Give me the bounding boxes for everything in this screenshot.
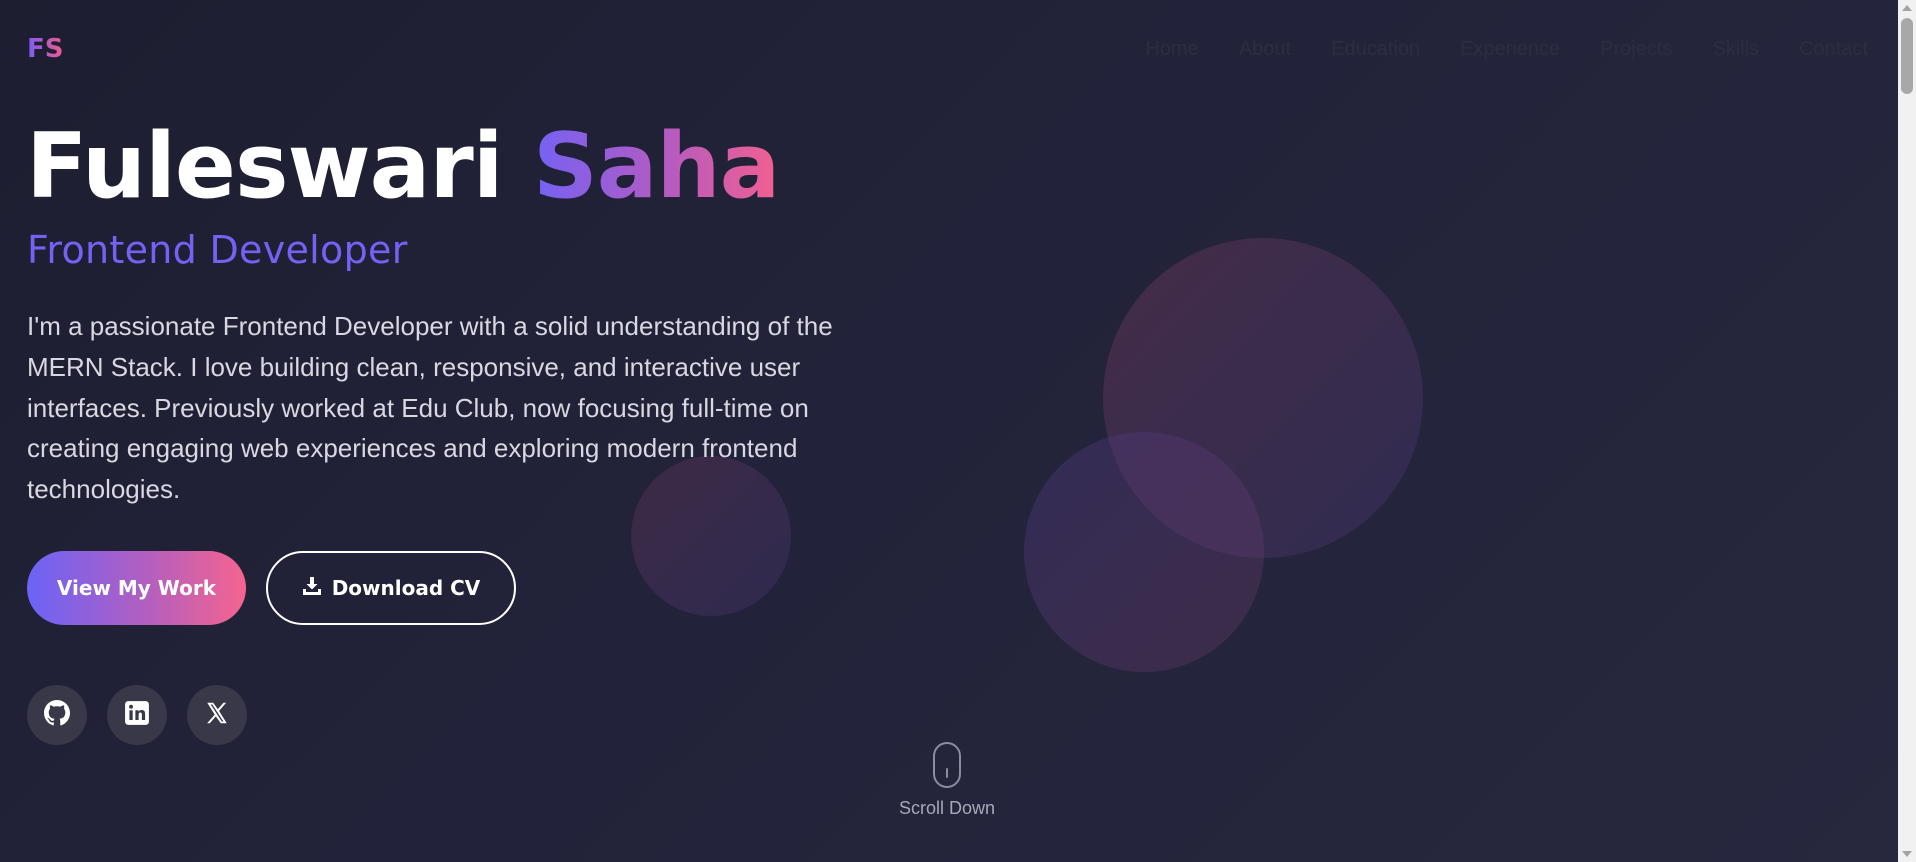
x-twitter-link[interactable]	[187, 685, 247, 745]
hero-name: Fuleswari Saha	[26, 112, 780, 222]
nav-item-home[interactable]: Home	[1145, 38, 1198, 61]
hero-last-name: Saha	[532, 114, 780, 219]
github-link[interactable]	[27, 685, 87, 745]
hero-bio: I'm a passionate Frontend Developer with…	[27, 311, 833, 505]
page: FS Home About Education Experience Proje…	[0, 0, 1898, 862]
scrollbar-thumb[interactable]	[1901, 18, 1913, 94]
scroll-down-label: Scroll Down	[898, 798, 996, 818]
download-icon	[302, 576, 322, 601]
download-cv-label: Download CV	[331, 576, 481, 600]
nav-item-contact[interactable]: Contact	[1799, 38, 1868, 61]
download-cv-button[interactable]: Download CV	[266, 551, 516, 625]
main-nav: Home About Education Experience Projects…	[1145, 38, 1868, 61]
hero-first-name: Fuleswari	[26, 114, 504, 219]
nav-item-projects[interactable]: Projects	[1600, 38, 1672, 61]
scroll-up-arrow-icon[interactable]	[1898, 0, 1916, 16]
mouse-wheel	[946, 768, 948, 778]
hero-role: Frontend Developer	[27, 228, 408, 272]
view-my-work-label: View My Work	[56, 576, 217, 600]
linkedin-link[interactable]	[107, 685, 167, 745]
github-icon	[44, 700, 70, 730]
linkedin-icon	[124, 700, 150, 730]
x-twitter-icon	[204, 700, 230, 730]
scroll-down-indicator[interactable]: Scroll Down	[897, 742, 997, 819]
logo[interactable]: FS	[27, 34, 64, 64]
decorative-circle-medium	[1024, 432, 1264, 672]
scrollbar[interactable]	[1898, 0, 1916, 862]
nav-item-skills[interactable]: Skills	[1712, 38, 1759, 61]
nav-item-about[interactable]: About	[1239, 38, 1291, 61]
nav-item-education[interactable]: Education	[1331, 38, 1420, 61]
nav-item-experience[interactable]: Experience	[1460, 38, 1560, 61]
mouse-icon	[933, 742, 961, 788]
view-my-work-button[interactable]: View My Work	[27, 551, 246, 625]
scroll-down-arrow-icon[interactable]	[1898, 846, 1916, 862]
